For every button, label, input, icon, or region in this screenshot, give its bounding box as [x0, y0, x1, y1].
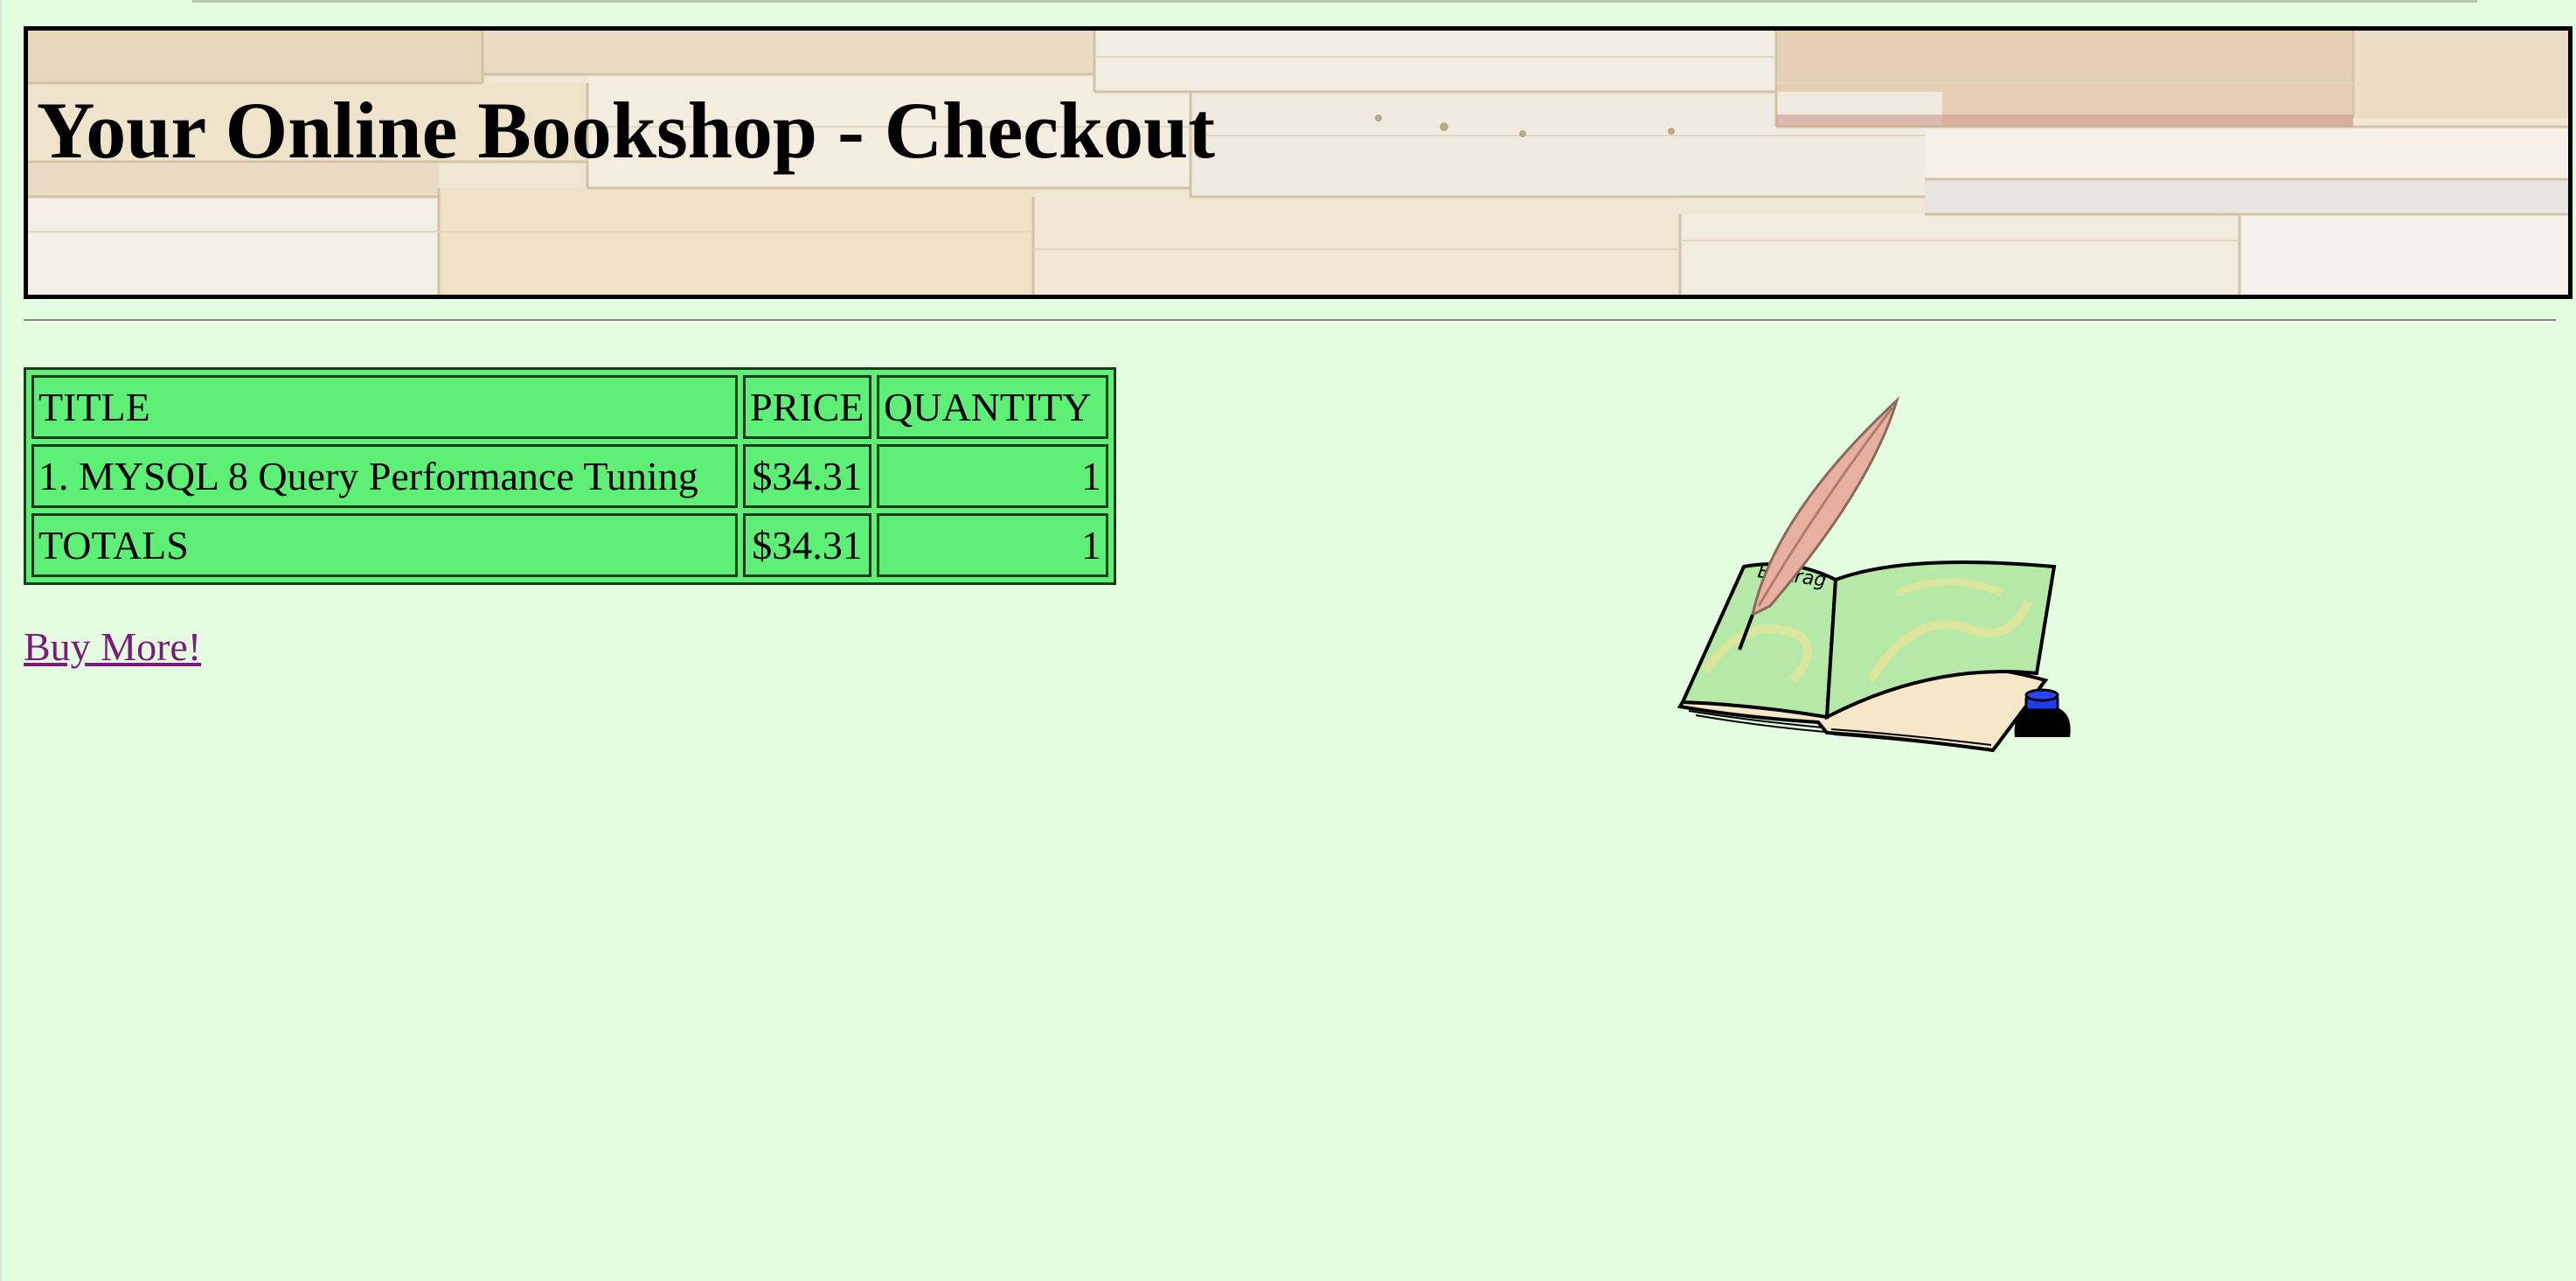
left-edge — [0, 0, 2, 1281]
cart-item-quantity: 1 — [877, 444, 1108, 508]
header-banner: Your Online Bookshop - Checkout — [24, 26, 2573, 299]
open-book-quill-ink-icon: Eintrag — [1677, 396, 2071, 753]
totals-quantity: 1 — [877, 513, 1108, 577]
cart-item-price: $34.31 — [743, 444, 871, 508]
column-header-quantity: QUANTITY — [877, 375, 1108, 439]
buy-more-link[interactable]: Buy More! — [24, 623, 201, 670]
horizontal-rule — [24, 319, 2556, 323]
table-header-row: TITLE PRICE QUANTITY — [31, 375, 1108, 439]
table-row: 1. MYSQL 8 Query Performance Tuning $34.… — [31, 444, 1108, 508]
column-header-price: PRICE — [743, 375, 871, 439]
cart-table: TITLE PRICE QUANTITY 1. MYSQL 8 Query Pe… — [24, 367, 1116, 585]
totals-row: TOTALS $34.31 1 — [31, 513, 1108, 577]
cart-item-title: 1. MYSQL 8 Query Performance Tuning — [31, 444, 738, 508]
totals-label: TOTALS — [31, 513, 738, 577]
page-title: Your Online Bookshop - Checkout — [37, 86, 1215, 175]
totals-price: $34.31 — [743, 513, 871, 577]
column-header-title: TITLE — [31, 375, 738, 439]
top-strip — [192, 0, 2477, 3]
